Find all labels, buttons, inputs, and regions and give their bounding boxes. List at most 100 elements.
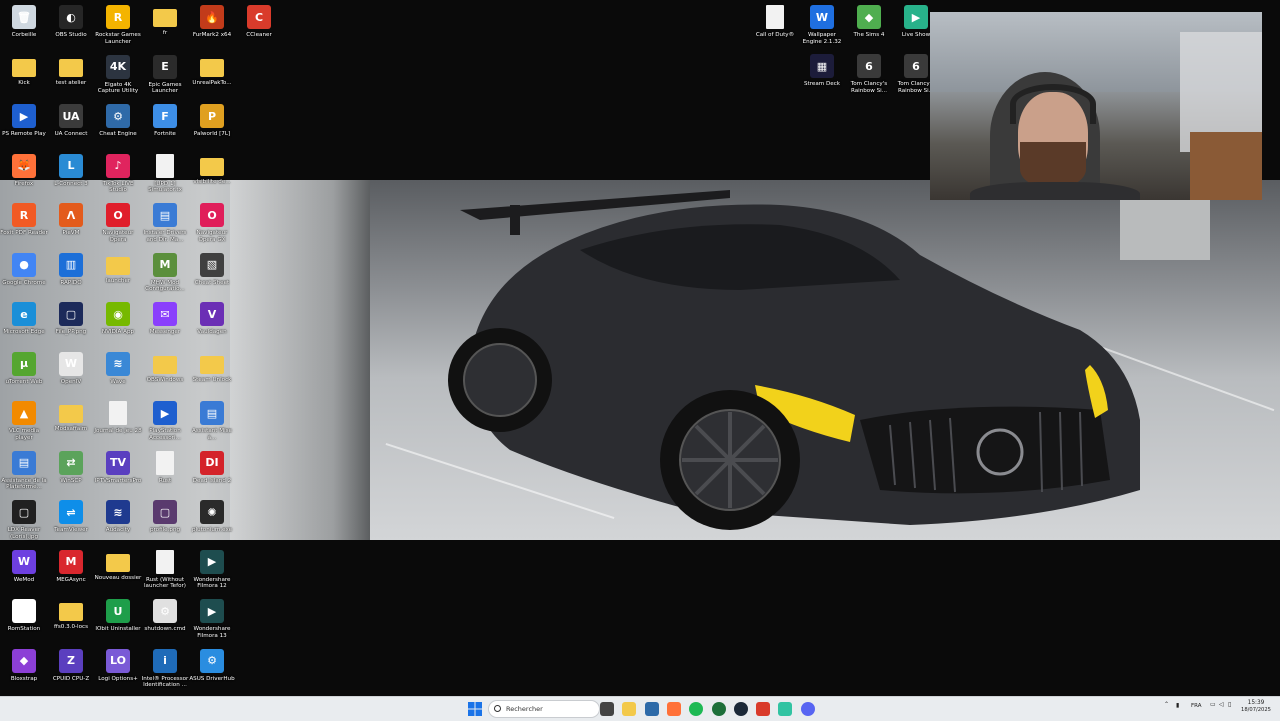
firefox-icon[interactable]	[666, 702, 681, 716]
file-explorer-icon[interactable]	[622, 702, 637, 716]
desktop-shortcut[interactable]: ⇌ TeamViewer	[47, 498, 95, 534]
desktop-shortcut[interactable]: Journal de jeu 28	[94, 399, 142, 435]
openiv-icon: W	[59, 351, 83, 376]
ccleaner-icon[interactable]	[756, 702, 771, 716]
language-indicator[interactable]: FRA	[1191, 703, 1202, 709]
desktop-shortcut[interactable]: ✿ RomStation	[0, 597, 48, 633]
desktop-shortcut[interactable]: Λ PieVM	[47, 201, 95, 237]
desktop-shortcut[interactable]: LO Logi Options+	[94, 647, 142, 683]
desktop-shortcut[interactable]: ▤ Assistance de la Plateforme...	[0, 449, 48, 491]
desktop-shortcut[interactable]: ▶ Wondershare Filmora 13	[188, 597, 236, 639]
desktop-shortcut[interactable]: Nouveau dossier	[94, 548, 142, 582]
desktop-shortcut[interactable]: ♪ TikTok LIVE Studio	[94, 152, 142, 194]
folder-icon	[153, 355, 177, 374]
desktop-shortcut[interactable]: 6 Tom Clancy's Rainbow Si...	[845, 52, 893, 94]
desktop-shortcut[interactable]: E Epic Games Launcher	[141, 53, 189, 95]
desktop-shortcut[interactable]: ▢ File_PP.png	[47, 300, 95, 336]
desktop-shortcut[interactable]: ⚙ ASUS DriverHub	[188, 647, 236, 683]
task-view-icon[interactable]	[600, 702, 614, 716]
utorrent-icon[interactable]	[711, 702, 726, 716]
desktop-shortcut[interactable]: W OpenIV	[47, 350, 95, 386]
desktop-shortcut[interactable]: Z CPUID CPU-Z	[47, 647, 95, 683]
desktop-shortcut[interactable]: Modsaffaim	[47, 399, 95, 433]
desktop-shortcut[interactable]: F Fortnite	[141, 102, 189, 138]
desktop-shortcut[interactable]: ✉ Messenger	[141, 300, 189, 336]
desktop-shortcut[interactable]: Call of Duty®	[751, 3, 799, 39]
desktop-shortcut[interactable]: Rust	[141, 449, 189, 485]
clock[interactable]: 15:39 18/07/2025	[1238, 700, 1274, 713]
desktop-shortcut[interactable]: 🗑 Corbeille	[0, 3, 48, 39]
streamlabs-icon[interactable]	[778, 702, 793, 716]
desktop-shortcut[interactable]: ● Google Chrome	[0, 251, 48, 287]
desktop-shortcut[interactable]: ▲ VLC media player	[0, 399, 48, 441]
desktop-shortcut[interactable]: U IObit Uninstaller	[94, 597, 142, 633]
desktop-shortcut[interactable]: ▢ profile.png	[141, 498, 189, 534]
desktop-shortcut[interactable]: OBSWindows	[141, 350, 189, 384]
desktop-shortcut[interactable]: ▤ Instaler Drivers and Dir. Ma...	[141, 201, 189, 243]
desktop-shortcut[interactable]: ◉ NVIDIA App	[94, 300, 142, 336]
chevron-up-icon[interactable]: ⌃	[1164, 701, 1169, 708]
desktop-shortcut[interactable]: ✺ plutonium.exe	[188, 498, 236, 534]
desktop-shortcut[interactable]: DI Dead Island 2	[188, 449, 236, 485]
desktop-shortcut[interactable]: e Microsoft Edge	[0, 300, 48, 336]
desktop-shortcut[interactable]: i Intel® Processor Identification ...	[141, 647, 189, 689]
desktop-shortcut[interactable]: UnrealPakTo...	[188, 53, 236, 87]
desktop-shortcut[interactable]: TV IPTVSmartersPro	[94, 449, 142, 485]
desktop-shortcut[interactable]: O Navigateur Opera	[94, 201, 142, 243]
desktop-shortcut[interactable]: ⇄ WinSCP	[47, 449, 95, 485]
desktop-shortcut[interactable]: M MEGAsync	[47, 548, 95, 584]
discord-icon[interactable]	[800, 702, 815, 716]
desktop-shortcut[interactable]: L L-Connect 3	[47, 152, 95, 188]
desktop-shortcut[interactable]: launcher	[94, 251, 142, 285]
desktop-shortcut[interactable]: ▶ PlayStation Accessori...	[141, 399, 189, 441]
calculator-icon[interactable]	[644, 702, 659, 716]
network-icon[interactable]: ▭	[1210, 701, 1216, 708]
desktop-shortcut[interactable]: Rust (Without launcher Tefor)	[141, 548, 189, 590]
desktop-shortcut[interactable]: Kick	[0, 53, 48, 87]
desktop-shortcut[interactable]: V Vauldagen	[188, 300, 236, 336]
taskbar-search-box[interactable]: Rechercher	[488, 700, 600, 718]
desktop-shortcut[interactable]: µ uTorrent Web	[0, 350, 48, 386]
desktop-shortcut[interactable]: ▦ Stream Deck	[798, 52, 846, 88]
desktop-shortcut[interactable]: ◐ OBS Studio	[47, 3, 95, 39]
windows-start-icon[interactable]	[468, 702, 482, 716]
steam-icon[interactable]	[733, 702, 748, 716]
desktop-shortcut[interactable]: C CCleaner	[235, 3, 283, 39]
desktop-shortcut[interactable]: ▶ PS Remote Play	[0, 102, 48, 138]
spotify-icon[interactable]	[689, 702, 704, 716]
desktop-shortcut[interactable]: Steam Unlock	[188, 350, 236, 384]
desktop-shortcut[interactable]: 🔥 FurMark2 x64	[188, 3, 236, 39]
logi-icon: LO	[106, 648, 130, 673]
desktop-shortcut[interactable]: ▥ RAPIDO	[47, 251, 95, 287]
desktop-shortcut[interactable]: ⚙ Cheat Engine	[94, 102, 142, 138]
desktop-shortcut[interactable]: ▧ Cheat Sheet	[188, 251, 236, 287]
desktop-shortcut[interactable]: ≋ Audacity	[94, 498, 142, 534]
desktop-shortcut[interactable]: ◆ Bloxstrap	[0, 647, 48, 683]
desktop-shortcut[interactable]: ffs0.3.0-locs	[47, 597, 95, 631]
desktop-shortcut[interactable]: 🦊 Firefox	[0, 152, 48, 188]
desktop-shortcut[interactable]: ▢ LDX Reaver (Loris).jpg	[0, 498, 48, 540]
desktop-shortcut[interactable]: test atelier	[47, 53, 95, 87]
tray-app-icon[interactable]: ▮	[1176, 702, 1186, 712]
desktop-shortcut[interactable]: ▤ Assistant Mise à...	[188, 399, 236, 441]
desktop-shortcut[interactable]: W WeMod	[0, 548, 48, 584]
desktop-shortcut[interactable]: ⚙ shutdown.cmd	[141, 597, 189, 633]
desktop-shortcut[interactable]: O Navigateur Opera GX	[188, 201, 236, 243]
clock-time: 15:39	[1247, 700, 1265, 706]
document-icon	[156, 153, 174, 178]
volume-icon[interactable]: ◁	[1219, 701, 1224, 708]
desktop-shortcut[interactable]: 4K Elgato 4K Capture Utility	[94, 53, 142, 95]
desktop-shortcut[interactable]: ≋ Wave	[94, 350, 142, 386]
desktop-shortcut[interactable]: M MHW Mod Configuratio...	[141, 251, 189, 293]
desktop-shortcut[interactable]: fr	[141, 3, 189, 37]
desktop-shortcut[interactable]: [UPD 1] Simulator.tx	[141, 152, 189, 194]
desktop-shortcut[interactable]: UA UA Connect	[47, 102, 95, 138]
desktop-shortcut[interactable]: R Foxit PDF Reader	[0, 201, 48, 237]
desktop-shortcut[interactable]: R Rockstar Games Launcher	[94, 3, 142, 45]
desktop-shortcut[interactable]: ◆ The Sims 4	[845, 3, 893, 39]
desktop-shortcut[interactable]: W Wallpaper Engine 2.1.32	[798, 3, 846, 45]
battery-icon[interactable]: ▯	[1228, 701, 1231, 708]
desktop-shortcut[interactable]: ▶ Wondershare Filmora 12	[188, 548, 236, 590]
desktop-shortcut[interactable]: P Palworld [7L]	[188, 102, 236, 138]
desktop-shortcut[interactable]: visibilite de...	[188, 152, 236, 186]
